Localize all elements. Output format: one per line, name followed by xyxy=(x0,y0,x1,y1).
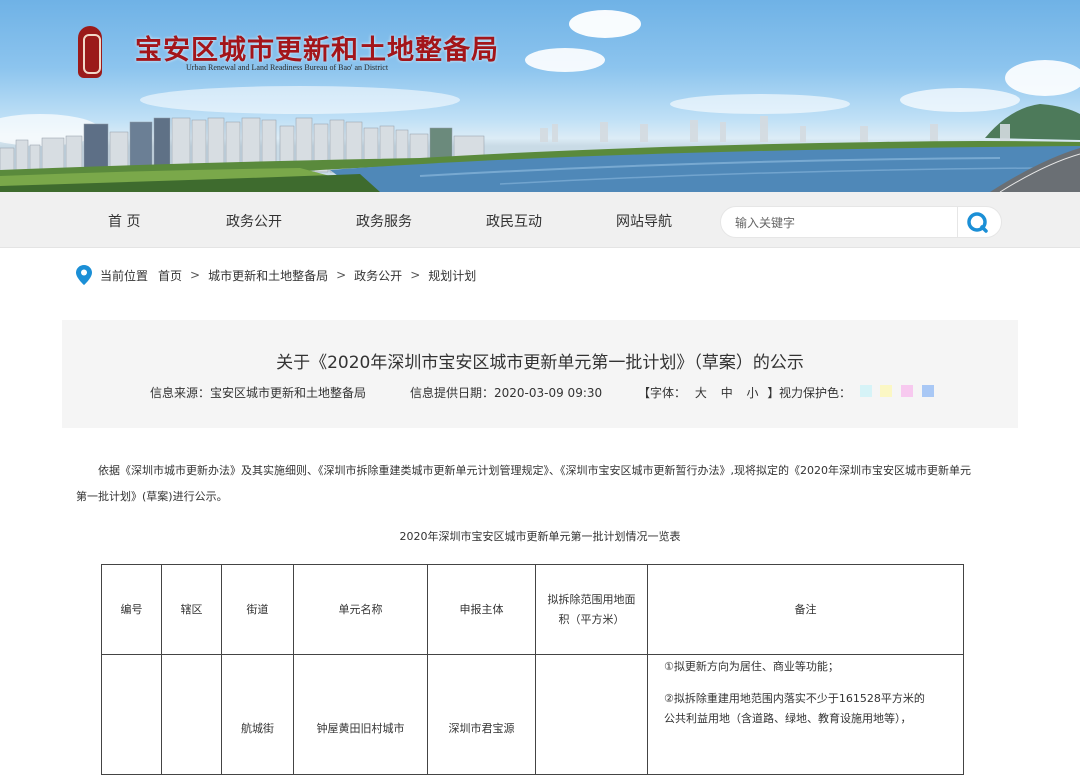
search-icon[interactable] xyxy=(965,210,991,236)
remark-item-1: ①拟更新方向为居住、商业等功能； xyxy=(664,660,839,673)
nav-item-public-interaction[interactable]: 政民互动 xyxy=(486,211,542,231)
table-cell-remark: ①拟更新方向为居住、商业等功能； ②拟拆除重建用地范围内落实不少于161528平… xyxy=(647,654,964,775)
eye-color-blue-swatch[interactable] xyxy=(922,385,934,397)
table-cell-applicant: 深圳市君宝源 xyxy=(427,654,536,775)
nav-item-home[interactable]: 首 页 xyxy=(108,211,140,231)
eye-color-cyan-swatch[interactable] xyxy=(860,385,872,397)
breadcrumb-item-bureau[interactable]: 城市更新和土地整备局 xyxy=(208,267,328,284)
remark-item-2: ②拟拆除重建用地范围内落实不少于161528平方米的 xyxy=(664,692,925,705)
breadcrumb: 当前位置 首页 > 城市更新和土地整备局 > 政务公开 > 规划计划 xyxy=(76,264,476,286)
breadcrumb-separator: > xyxy=(336,268,347,282)
font-size-label-end: 】 xyxy=(767,386,780,400)
breadcrumb-separator: > xyxy=(410,268,421,282)
eye-color-yellow-swatch[interactable] xyxy=(880,385,892,397)
site-subtitle: Urban Renewal and Land Readiness Bureau … xyxy=(186,63,389,72)
breadcrumb-item-home[interactable]: 首页 xyxy=(158,267,182,284)
table-header-cell: 单元名称 xyxy=(293,564,428,655)
font-size-small-button[interactable]: 小 xyxy=(747,386,759,400)
search-divider xyxy=(957,207,958,237)
intro-paragraph-line2: 第一批计划》(草案)进行公示。 xyxy=(76,490,228,503)
article-header: 关于《2020年深圳市宝安区城市更新单元第一批计划》（草案）的公示 信息来源：宝… xyxy=(62,320,1018,428)
table-cell-district xyxy=(161,654,222,775)
font-size-controls: 【字体： 大 中 小 】 xyxy=(638,384,779,401)
font-size-medium-button[interactable]: 中 xyxy=(721,386,733,400)
table-header-cell: 拟拆除范围用地面积（平方米） xyxy=(535,564,648,655)
table-cell-unit-name: 钟屋黄田旧村城市 xyxy=(293,654,428,775)
table-row: 航城街 钟屋黄田旧村城市 深圳市君宝源 ①拟更新方向为居住、商业等功能； ②拟拆… xyxy=(101,654,964,775)
table-title: 2020年深圳市宝安区城市更新单元第一批计划情况一览表 xyxy=(399,530,681,543)
table-header-cell: 备注 xyxy=(647,564,964,655)
table-cell-number xyxy=(101,654,162,775)
search-input[interactable] xyxy=(735,213,955,233)
article-date: 信息提供日期：2020-03-09 09:30 xyxy=(410,386,603,400)
location-pin-icon xyxy=(76,265,92,285)
table-header-cell: 辖区 xyxy=(161,564,222,655)
plan-table: 编号 辖区 街道 单元名称 申报主体 拟拆除范围用地面积（平方米） 备注 航城街… xyxy=(101,564,964,775)
header-banner: 宝安区城市更新和土地整备局 Urban Renewal and Land Rea… xyxy=(0,0,1080,192)
breadcrumb-separator: > xyxy=(190,268,201,282)
breadcrumb-item-disclosure[interactable]: 政务公开 xyxy=(354,267,402,284)
search-box xyxy=(720,206,1002,238)
breadcrumb-prefix: 当前位置 xyxy=(100,268,149,283)
table-cell-area xyxy=(535,654,648,775)
table-cell-street: 航城街 xyxy=(221,654,294,775)
eye-color-pink-swatch[interactable] xyxy=(901,385,913,397)
table-header-cell: 申报主体 xyxy=(427,564,536,655)
remark-item-2-cont: 公共利益用地（含道路、绿地、教育设施用地等）， xyxy=(664,712,912,725)
nav-item-government-affairs-disclosure[interactable]: 政务公开 xyxy=(226,211,282,231)
article-title: 关于《2020年深圳市宝安区城市更新单元第一批计划》（草案）的公示 xyxy=(276,353,804,373)
table-header-cell: 编号 xyxy=(101,564,162,655)
nav-item-government-services[interactable]: 政务服务 xyxy=(356,211,412,231)
article-source: 信息来源：宝安区城市更新和土地整备局 xyxy=(150,386,367,400)
table-header-row: 编号 辖区 街道 单元名称 申报主体 拟拆除范围用地面积（平方米） 备注 xyxy=(101,564,964,655)
font-size-large-button[interactable]: 大 xyxy=(695,386,707,400)
intro-paragraph-line1: 依据《深圳市城市更新办法》及其实施细则、《深圳市拆除重建类城市更新单元计划管理规… xyxy=(98,464,971,477)
breadcrumb-item-planning[interactable]: 规划计划 xyxy=(428,267,476,284)
table-header-cell: 街道 xyxy=(221,564,294,655)
font-size-label: 【字体： xyxy=(638,386,687,400)
nav-item-site-navigation[interactable]: 网站导航 xyxy=(616,211,672,231)
site-title: 宝安区城市更新和土地整备局 xyxy=(135,35,499,66)
eye-protect-label: 视力保护色： xyxy=(779,386,852,400)
bureau-seal-logo xyxy=(78,26,102,78)
